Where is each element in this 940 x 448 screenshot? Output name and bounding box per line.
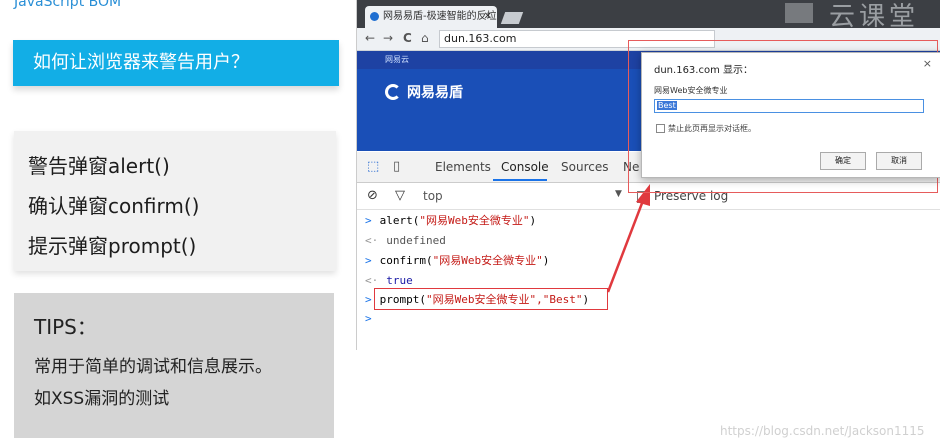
tab-title: 网易易盾-极速智能的反垃 bbox=[383, 11, 497, 22]
annotation-arrow-icon bbox=[606, 184, 650, 293]
active-tab-indicator bbox=[493, 179, 547, 181]
input-chevron-icon: > bbox=[365, 214, 372, 227]
tab-bar: 网易易盾-极速智能的反垃 ✕ 云课堂 bbox=[357, 0, 940, 32]
inspect-element-icon[interactable]: ⬚ bbox=[367, 159, 379, 174]
filter-icon[interactable]: ▽ bbox=[395, 188, 405, 203]
list-item-alert: 警告弹窗alert() bbox=[28, 154, 170, 178]
device-toolbar-icon[interactable]: ▯ bbox=[393, 159, 400, 174]
console-line: > confirm("网易Web安全微专业") bbox=[365, 254, 550, 267]
tips-line: 如XSS漏洞的测试 bbox=[34, 389, 170, 409]
close-icon[interactable]: × bbox=[923, 57, 932, 70]
tab-elements[interactable]: Elements bbox=[435, 160, 491, 174]
forward-icon[interactable]: → bbox=[383, 31, 393, 45]
console-line: > alert("网易Web安全微专业") bbox=[365, 214, 537, 227]
cancel-button[interactable]: 取消 bbox=[876, 152, 922, 170]
output-chevron-icon: <· bbox=[365, 274, 379, 287]
back-icon[interactable]: ← bbox=[365, 31, 375, 45]
input-chevron-icon: > bbox=[365, 312, 372, 325]
list-item-confirm: 确认弹窗confirm() bbox=[28, 194, 200, 218]
ok-button[interactable]: 确定 bbox=[820, 152, 866, 170]
browser-tab[interactable]: 网易易盾-极速智能的反垃 ✕ bbox=[365, 6, 497, 28]
list-item-prompt: 提示弹窗prompt() bbox=[28, 234, 197, 258]
home-icon[interactable]: ⌂ bbox=[421, 31, 429, 45]
console-line: <· undefined bbox=[365, 234, 446, 247]
question-banner: 如何让浏览器来警告用户？ bbox=[13, 40, 339, 86]
prompt-highlight-box bbox=[374, 288, 608, 310]
dialog-types-list: 警告弹窗alert() 确认弹窗confirm() 提示弹窗prompt() bbox=[14, 131, 336, 271]
suppress-dialogs-label: 禁止此页再显示对话框。 bbox=[668, 124, 756, 133]
slide-title: JavaScript BOM bbox=[14, 0, 122, 10]
dialog-title: dun.163.com 显示： bbox=[654, 65, 754, 76]
input-chevron-icon: > bbox=[365, 254, 372, 267]
watermark-logo-icon bbox=[785, 3, 813, 23]
new-tab-button[interactable] bbox=[500, 12, 524, 24]
tips-line: 常用于简单的调试和信息展示。 bbox=[34, 357, 272, 377]
favicon-icon bbox=[370, 12, 379, 21]
reload-icon[interactable]: C bbox=[403, 31, 412, 45]
input-chevron-icon: > bbox=[365, 293, 372, 306]
output-chevron-icon: <· bbox=[365, 234, 379, 247]
prompt-input-value: Best bbox=[657, 101, 677, 110]
tab-sources[interactable]: Sources bbox=[561, 160, 608, 174]
tab-close-icon[interactable]: ✕ bbox=[484, 6, 492, 28]
console-prompt[interactable]: > bbox=[365, 310, 380, 328]
dialog-message: 网易Web安全微专业 bbox=[654, 86, 728, 95]
tab-console[interactable]: Console bbox=[501, 160, 549, 174]
tips-title: TIPS： bbox=[34, 315, 97, 339]
tips-box: TIPS： 常用于简单的调试和信息展示。 如XSS漏洞的测试 bbox=[14, 293, 334, 438]
site-logo-text[interactable]: 网易易盾 bbox=[407, 82, 463, 102]
prompt-input[interactable]: Best bbox=[654, 99, 924, 113]
clear-console-icon[interactable]: ⊘ bbox=[367, 188, 378, 203]
prompt-dialog: dun.163.com 显示： × 网易Web安全微专业 Best 禁止此页再显… bbox=[641, 52, 940, 178]
suppress-dialogs-checkbox[interactable] bbox=[656, 124, 665, 133]
context-selector[interactable]: top bbox=[423, 189, 443, 203]
source-watermark: https://blog.csdn.net/Jackson1115 bbox=[720, 424, 925, 438]
yidun-logo-icon bbox=[385, 84, 401, 100]
